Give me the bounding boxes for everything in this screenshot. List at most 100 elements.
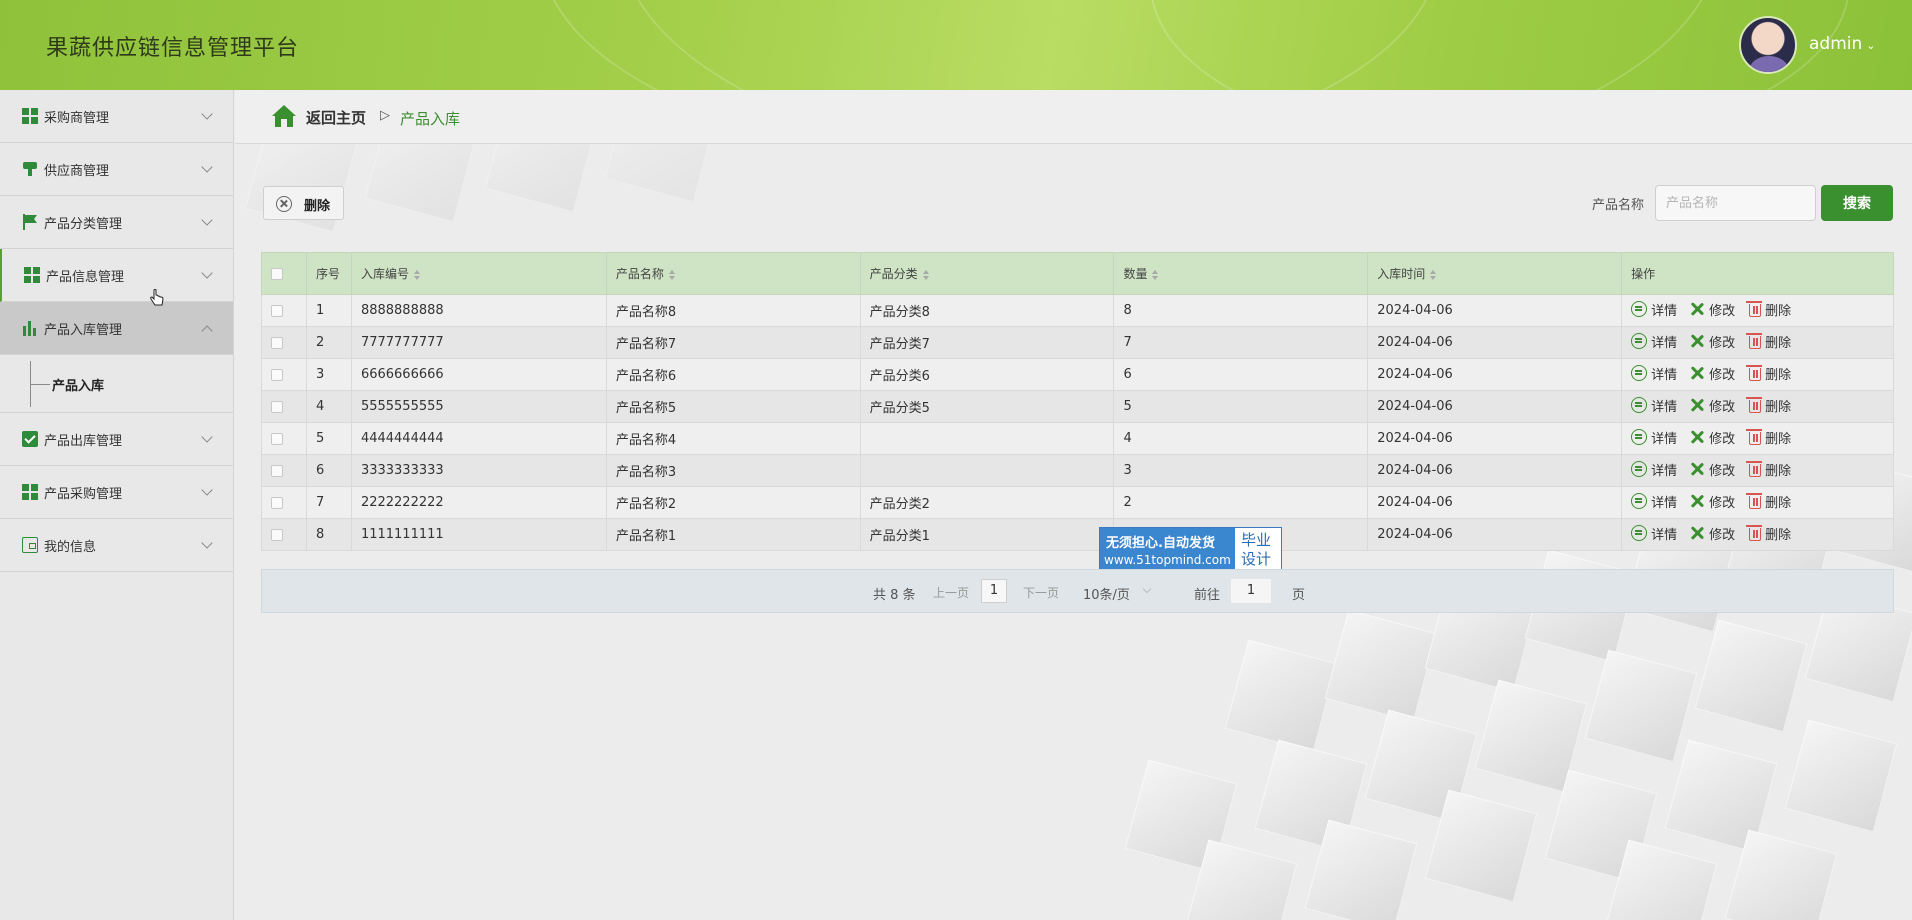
column-header-time[interactable]: 入库时间	[1367, 252, 1623, 295]
sidebar-item-stock-out[interactable]: 产品出库管理	[0, 413, 233, 466]
sidebar-item-product-category[interactable]: 产品分类管理	[0, 196, 233, 249]
home-icon[interactable]	[272, 105, 296, 127]
delete-button[interactable]: 删除	[1746, 428, 1791, 447]
chevron-down-icon	[201, 267, 213, 279]
table-header-row: 序号 入库编号 产品名称 产品分类 数量 入库时间 操作	[261, 252, 1894, 295]
cell-actions: 详情 修改 删除	[1621, 454, 1894, 487]
sidebar-item-procurement[interactable]: 产品采购管理	[0, 466, 233, 519]
prev-page-button[interactable]: 上一页	[933, 584, 969, 601]
sidebar-item-label: 产品入库管理	[44, 322, 123, 338]
edit-button[interactable]: 修改	[1689, 492, 1735, 511]
grid-icon	[22, 484, 38, 500]
detail-button[interactable]: 详情	[1631, 300, 1677, 319]
row-select-cell[interactable]	[261, 390, 307, 423]
detail-button[interactable]: 详情	[1631, 428, 1677, 447]
row-checkbox[interactable]	[271, 496, 283, 509]
column-header-code[interactable]: 入库编号	[350, 252, 607, 295]
page-size-select[interactable]: 10条/页	[1083, 584, 1130, 603]
cell-code: 2222222222	[350, 486, 607, 519]
edit-button[interactable]: 修改	[1689, 332, 1735, 351]
tools-icon	[1689, 461, 1705, 477]
detail-button[interactable]: 详情	[1631, 332, 1677, 351]
row-select-cell[interactable]	[261, 422, 307, 455]
chevron-down-icon	[201, 108, 213, 120]
delete-button[interactable]: 删除	[1746, 492, 1791, 511]
row-select-cell[interactable]	[261, 358, 307, 391]
user-menu[interactable]: admin ⌄	[1809, 34, 1876, 54]
edit-button[interactable]: 修改	[1689, 460, 1735, 479]
sort-icon[interactable]	[1430, 269, 1437, 280]
delete-button[interactable]: 删除	[1746, 332, 1791, 351]
row-checkbox[interactable]	[271, 336, 283, 349]
delete-button[interactable]: 删除	[1746, 460, 1791, 479]
sidebar-item-my-info[interactable]: 我的信息	[0, 519, 233, 572]
row-checkbox[interactable]	[271, 368, 283, 381]
cell-actions: 详情 修改 删除	[1621, 358, 1894, 391]
pagination-total: 共 8 条	[873, 588, 916, 603]
user-avatar[interactable]	[1739, 16, 1797, 74]
edit-button[interactable]: 修改	[1689, 300, 1735, 319]
cell-time: 2024-04-06	[1367, 518, 1623, 551]
delete-button[interactable]: 删除	[1746, 396, 1791, 415]
cell-time: 2024-04-06	[1367, 454, 1623, 487]
submenu-stock-in[interactable]: 产品入库	[0, 355, 233, 413]
edit-button[interactable]: 修改	[1689, 364, 1735, 383]
trash-icon	[1746, 429, 1763, 446]
delete-button[interactable]: 删除	[1746, 300, 1791, 319]
edit-button[interactable]: 修改	[1689, 524, 1735, 543]
row-select-cell[interactable]	[261, 518, 307, 551]
edit-button[interactable]: 修改	[1689, 428, 1735, 447]
detail-button[interactable]: 详情	[1631, 492, 1677, 511]
breadcrumb-home-link[interactable]: 返回主页	[306, 107, 366, 128]
select-all-cell[interactable]	[261, 252, 307, 295]
chevron-down-icon	[201, 214, 213, 226]
select-all-checkbox[interactable]	[271, 268, 283, 280]
product-name-search-input[interactable]	[1655, 185, 1816, 221]
sort-icon[interactable]	[413, 269, 420, 280]
detail-button[interactable]: 详情	[1631, 460, 1677, 479]
row-select-cell[interactable]	[261, 326, 307, 359]
cell-category: 产品分类5	[859, 390, 1115, 423]
tools-icon	[1689, 525, 1705, 541]
cell-time: 2024-04-06	[1367, 326, 1623, 359]
table-row: 3 6666666666 产品名称6 产品分类6 6 2024-04-06 详情 修改 删除	[261, 358, 1894, 391]
column-header-name[interactable]: 产品名称	[605, 252, 861, 295]
sidebar-item-suppliers[interactable]: 供应商管理	[0, 143, 233, 196]
row-checkbox[interactable]	[271, 528, 283, 541]
search-button[interactable]: 搜索	[1821, 185, 1893, 221]
detail-button[interactable]: 详情	[1631, 524, 1677, 543]
sidebar-item-stock-in[interactable]: 产品入库管理	[0, 302, 233, 355]
bar-chart-icon	[22, 320, 38, 336]
sort-icon[interactable]	[1152, 269, 1159, 280]
tools-icon	[1689, 301, 1705, 317]
detail-button[interactable]: 详情	[1631, 364, 1677, 383]
chevron-down-icon[interactable]	[1142, 584, 1152, 594]
row-select-cell[interactable]	[261, 486, 307, 519]
edit-button[interactable]: 修改	[1689, 396, 1735, 415]
submenu-item-stock-in[interactable]: 产品入库	[52, 375, 104, 394]
row-select-cell[interactable]	[261, 294, 307, 327]
row-checkbox[interactable]	[271, 432, 283, 445]
hand-cursor-icon	[150, 289, 164, 306]
next-page-button[interactable]: 下一页	[1023, 584, 1059, 601]
sidebar-item-purchasers[interactable]: 采购商管理	[0, 90, 233, 143]
detail-button[interactable]: 详情	[1631, 396, 1677, 415]
row-checkbox[interactable]	[271, 400, 283, 413]
page-number-1[interactable]: 1	[981, 579, 1007, 603]
cell-code: 8888888888	[350, 294, 607, 327]
detail-icon	[1631, 397, 1648, 414]
batch-delete-button[interactable]: 删除	[263, 186, 344, 220]
delete-button[interactable]: 删除	[1746, 524, 1791, 543]
column-header-quantity[interactable]: 数量	[1113, 252, 1369, 295]
goto-page-input[interactable]: 1	[1231, 579, 1271, 603]
sort-icon[interactable]	[668, 269, 675, 280]
cell-index: 6	[305, 454, 352, 487]
row-select-cell[interactable]	[261, 454, 307, 487]
sort-icon[interactable]	[922, 269, 929, 280]
sidebar-item-product-info[interactable]: 产品信息管理	[0, 249, 233, 302]
cell-code: 4444444444	[350, 422, 607, 455]
row-checkbox[interactable]	[271, 464, 283, 477]
delete-button[interactable]: 删除	[1746, 364, 1791, 383]
column-header-category[interactable]: 产品分类	[859, 252, 1115, 295]
row-checkbox[interactable]	[271, 304, 283, 317]
